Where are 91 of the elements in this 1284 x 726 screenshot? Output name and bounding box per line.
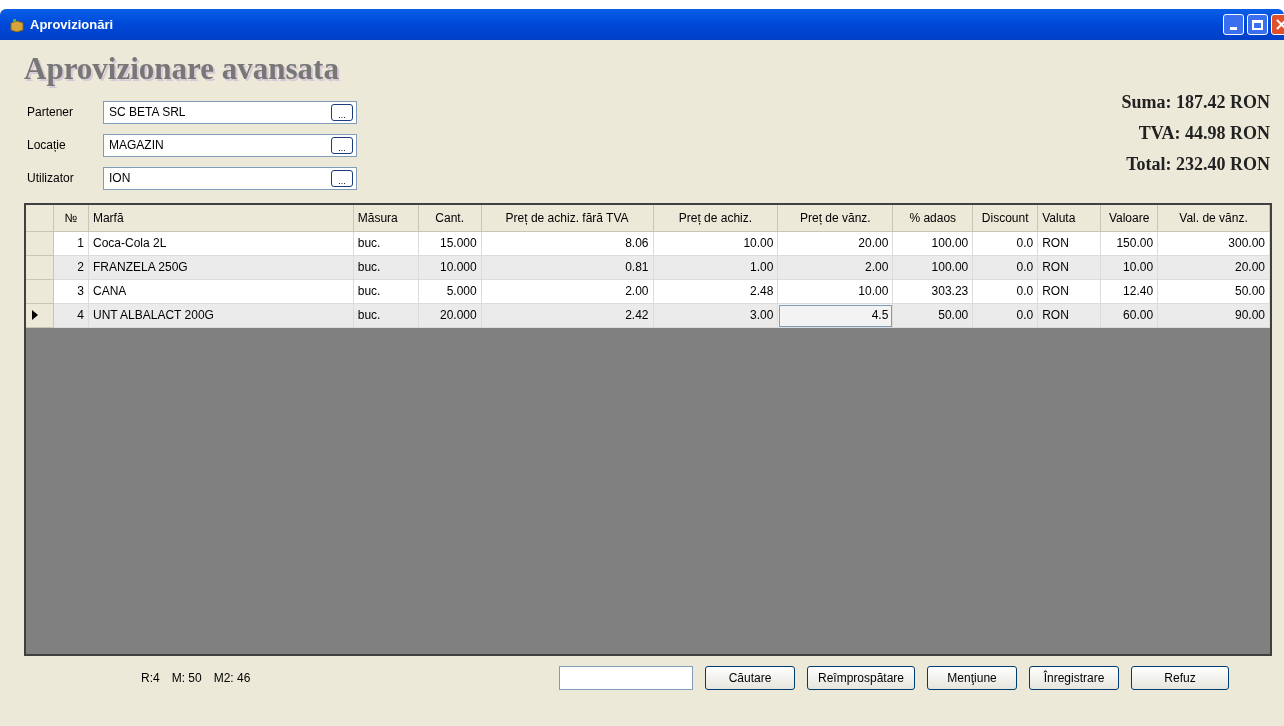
column-header[interactable]: Preț de achiz. fără TVA [481, 204, 654, 232]
column-header[interactable]: Cant. [418, 204, 482, 232]
column-header[interactable]: Marfă [88, 204, 354, 232]
table-cell: CANA [88, 279, 354, 304]
input-field[interactable]: MAGAZIN ... [103, 133, 357, 157]
table-cell: 4 [54, 303, 89, 328]
table-cell: 0.0 [973, 231, 1039, 256]
table-cell: 150.00 [1101, 231, 1159, 256]
table-cell: buc. [353, 279, 419, 304]
total-text: TVA: 44.98 RON [1138, 121, 1270, 145]
input-field[interactable]: SC BETA SRL ... [103, 100, 357, 124]
table-cell: 10.00 [1101, 255, 1159, 280]
table-cell: FRANZELA 250G [88, 255, 354, 280]
table-cell: 2.00 [778, 255, 894, 280]
column-header[interactable]: Măsura [353, 204, 419, 232]
table-cell: 3 [54, 279, 89, 304]
minimize-button[interactable] [1223, 14, 1244, 35]
close-icon [1276, 19, 1284, 30]
status-text: R:4 [141, 669, 160, 687]
table-cell: 0.81 [481, 255, 654, 280]
table-cell: 2.42 [481, 303, 654, 328]
search-field[interactable] [559, 665, 693, 690]
box-icon [10, 17, 24, 32]
minimize-icon [1230, 27, 1237, 30]
status-text: M2: 46 [213, 669, 251, 687]
table-cell: 10.00 [778, 279, 894, 304]
browse-button[interactable]: ... [331, 136, 353, 154]
input-field[interactable]: ION ... [103, 166, 357, 190]
browse-button[interactable]: ... [331, 169, 353, 187]
row-header[interactable] [26, 303, 54, 328]
table-cell: 1 [54, 231, 89, 256]
table-cell: 303.23 [893, 279, 974, 304]
table-cell: 2.00 [481, 279, 654, 304]
table-cell: 300.00 [1158, 231, 1270, 256]
table-cell: 1.00 [653, 255, 779, 280]
table-cell: 90.00 [1158, 303, 1270, 328]
table-cell: 12.40 [1101, 279, 1159, 304]
table-cell: RON [1038, 231, 1102, 256]
column-header[interactable]: Valuta [1038, 204, 1102, 232]
cell-editor[interactable]: 4.5 [778, 303, 894, 328]
table-cell: buc. [353, 255, 419, 280]
field-label: Locație [27, 137, 67, 154]
action-button[interactable]: Înregistrare [1029, 665, 1120, 690]
table-cell: 50.00 [893, 303, 974, 328]
table-cell: 20.000 [418, 303, 482, 328]
action-button[interactable]: Refuz [1131, 665, 1230, 690]
status-text: M: 50 [171, 669, 202, 687]
table-cell: 0.0 [973, 279, 1039, 304]
table-cell: 20.00 [1158, 255, 1270, 280]
header-cell [26, 204, 54, 232]
page-heading: Aprovizionare avansata [24, 50, 340, 88]
table-cell: 15.000 [418, 231, 482, 256]
table-cell: 2.48 [653, 279, 779, 304]
table-cell: 0.0 [973, 303, 1039, 328]
table-cell: RON [1038, 279, 1102, 304]
column-header[interactable]: Discount [973, 204, 1039, 232]
window-title: Aprovizionări [30, 15, 114, 34]
table-cell: RON [1038, 303, 1102, 328]
browse-button[interactable]: ... [331, 103, 353, 121]
column-header[interactable]: % adaos [893, 204, 974, 232]
column-header[interactable]: Preț de vănz. [778, 204, 894, 232]
table-cell: 10.000 [418, 255, 482, 280]
current-row-icon [32, 310, 38, 320]
action-button[interactable]: Reîmprospătare [807, 665, 916, 690]
table-cell: UNT ALBALACT 200G [88, 303, 354, 328]
table-cell: 8.06 [481, 231, 654, 256]
column-header[interactable]: Preț de achiz. [653, 204, 779, 232]
table-cell: 100.00 [893, 231, 974, 256]
table-cell: 5.000 [418, 279, 482, 304]
field-label: Partener [27, 104, 75, 121]
column-header[interactable]: Valoare [1101, 204, 1159, 232]
table-cell: Coca-Cola 2L [88, 231, 354, 256]
table-cell: 50.00 [1158, 279, 1270, 304]
table-cell: buc. [353, 303, 419, 328]
table-cell: buc. [353, 231, 419, 256]
total-text: Suma: 187.42 RON [1121, 90, 1270, 114]
action-button[interactable]: Menţiune [927, 665, 1018, 690]
table-cell: 0.0 [973, 255, 1039, 280]
table-cell: 100.00 [893, 255, 974, 280]
table-cell: 2 [54, 255, 89, 280]
column-header[interactable]: Val. de vănz. [1158, 204, 1270, 232]
total-text: Total: 232.40 RON [1126, 152, 1270, 176]
maximize-button[interactable] [1247, 14, 1268, 35]
table-cell: RON [1038, 255, 1102, 280]
maximize-icon [1252, 19, 1263, 30]
action-button[interactable]: Căutare [705, 665, 795, 690]
table-cell: 20.00 [778, 231, 894, 256]
column-header[interactable]: № [53, 204, 89, 232]
table-cell: 60.00 [1101, 303, 1159, 328]
table-cell: 10.00 [653, 231, 779, 256]
field-label: Utilizator [27, 170, 75, 187]
